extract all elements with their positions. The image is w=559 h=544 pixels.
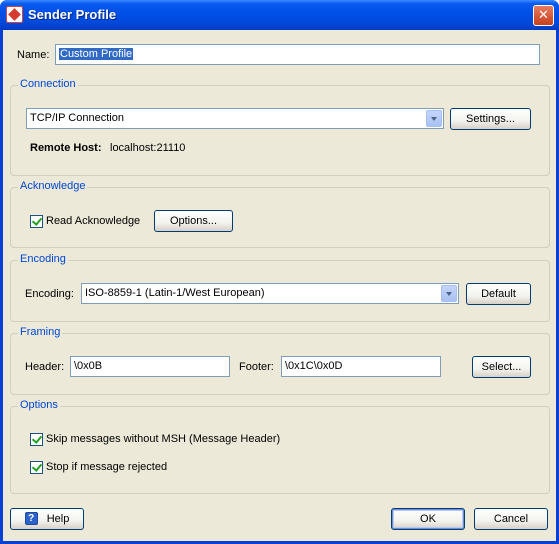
- connection-group-title: Connection: [18, 78, 78, 90]
- default-button[interactable]: Default: [466, 283, 531, 305]
- close-button[interactable]: ✕: [533, 5, 554, 26]
- options-group-title: Options: [18, 399, 60, 411]
- ok-button[interactable]: OK: [391, 508, 465, 530]
- connection-type-select[interactable]: TCP/IP Connection: [26, 108, 444, 129]
- settings-button[interactable]: Settings...: [450, 108, 531, 130]
- name-input-value: Custom Profile: [59, 48, 134, 60]
- encoding-select[interactable]: ISO-8859-1 (Latin-1/West European): [81, 283, 459, 304]
- encoding-value: ISO-8859-1 (Latin-1/West European): [85, 287, 265, 299]
- stop-if-rejected-checkbox[interactable]: [30, 461, 43, 474]
- dialog-body: Name: Custom Profile Connection TCP/IP C…: [3, 30, 556, 541]
- footer-label: Footer:: [239, 361, 274, 373]
- acknowledge-group-title: Acknowledge: [18, 180, 88, 192]
- skip-messages-label[interactable]: Skip messages without MSH (Message Heade…: [46, 433, 280, 445]
- chevron-down-icon[interactable]: [441, 285, 457, 302]
- remote-host-value: localhost:21110: [110, 142, 186, 154]
- read-acknowledge-label[interactable]: Read Acknowledge: [46, 215, 140, 227]
- header-input[interactable]: \0x0B: [70, 356, 230, 377]
- remote-host-label: Remote Host:: [30, 142, 102, 154]
- title-bar[interactable]: Sender Profile ✕: [0, 0, 559, 30]
- options-group: Options: [10, 399, 550, 494]
- stop-if-rejected-label[interactable]: Stop if message rejected: [46, 461, 167, 473]
- cancel-button[interactable]: Cancel: [474, 508, 548, 530]
- window-title: Sender Profile: [28, 7, 117, 22]
- select-button[interactable]: Select...: [472, 356, 531, 378]
- footer-input[interactable]: \0x1C\0x0D: [281, 356, 441, 377]
- options-button[interactable]: Options...: [154, 210, 233, 232]
- read-acknowledge-checkbox[interactable]: [30, 215, 43, 228]
- sender-profile-window: Sender Profile ✕ Name: Custom Profile Co…: [0, 0, 559, 544]
- encoding-group-title: Encoding: [18, 253, 68, 265]
- header-label: Header:: [25, 361, 65, 373]
- app-icon: [6, 6, 23, 23]
- connection-group: Connection: [10, 78, 550, 176]
- help-button-label: Help: [46, 513, 70, 525]
- help-button[interactable]: ? Help: [10, 508, 84, 530]
- encoding-label: Encoding:: [25, 288, 74, 300]
- connection-type-value: TCP/IP Connection: [30, 112, 124, 124]
- help-icon: ?: [24, 511, 38, 525]
- name-label: Name:: [17, 49, 50, 61]
- name-input[interactable]: Custom Profile: [55, 44, 540, 65]
- framing-group-title: Framing: [18, 326, 63, 338]
- chevron-down-icon[interactable]: [426, 110, 442, 127]
- skip-messages-checkbox[interactable]: [30, 433, 43, 446]
